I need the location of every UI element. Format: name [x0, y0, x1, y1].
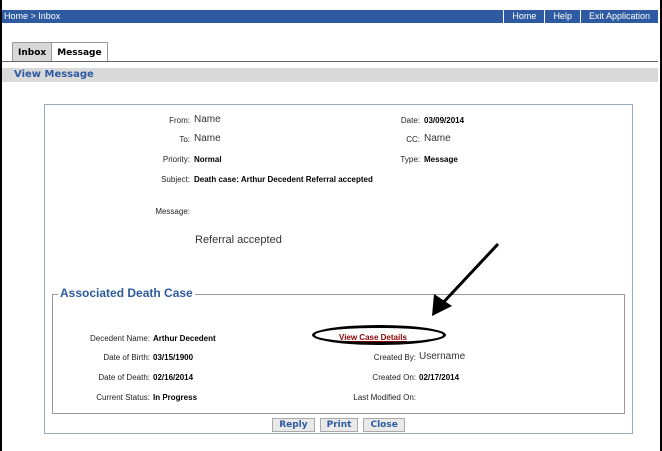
action-buttons: Reply Print Close — [44, 416, 633, 434]
print-button[interactable]: Print — [319, 418, 359, 432]
annotation-arrow-icon — [432, 242, 500, 316]
close-button[interactable]: Close — [363, 418, 405, 432]
reply-button[interactable]: Reply — [272, 418, 315, 432]
